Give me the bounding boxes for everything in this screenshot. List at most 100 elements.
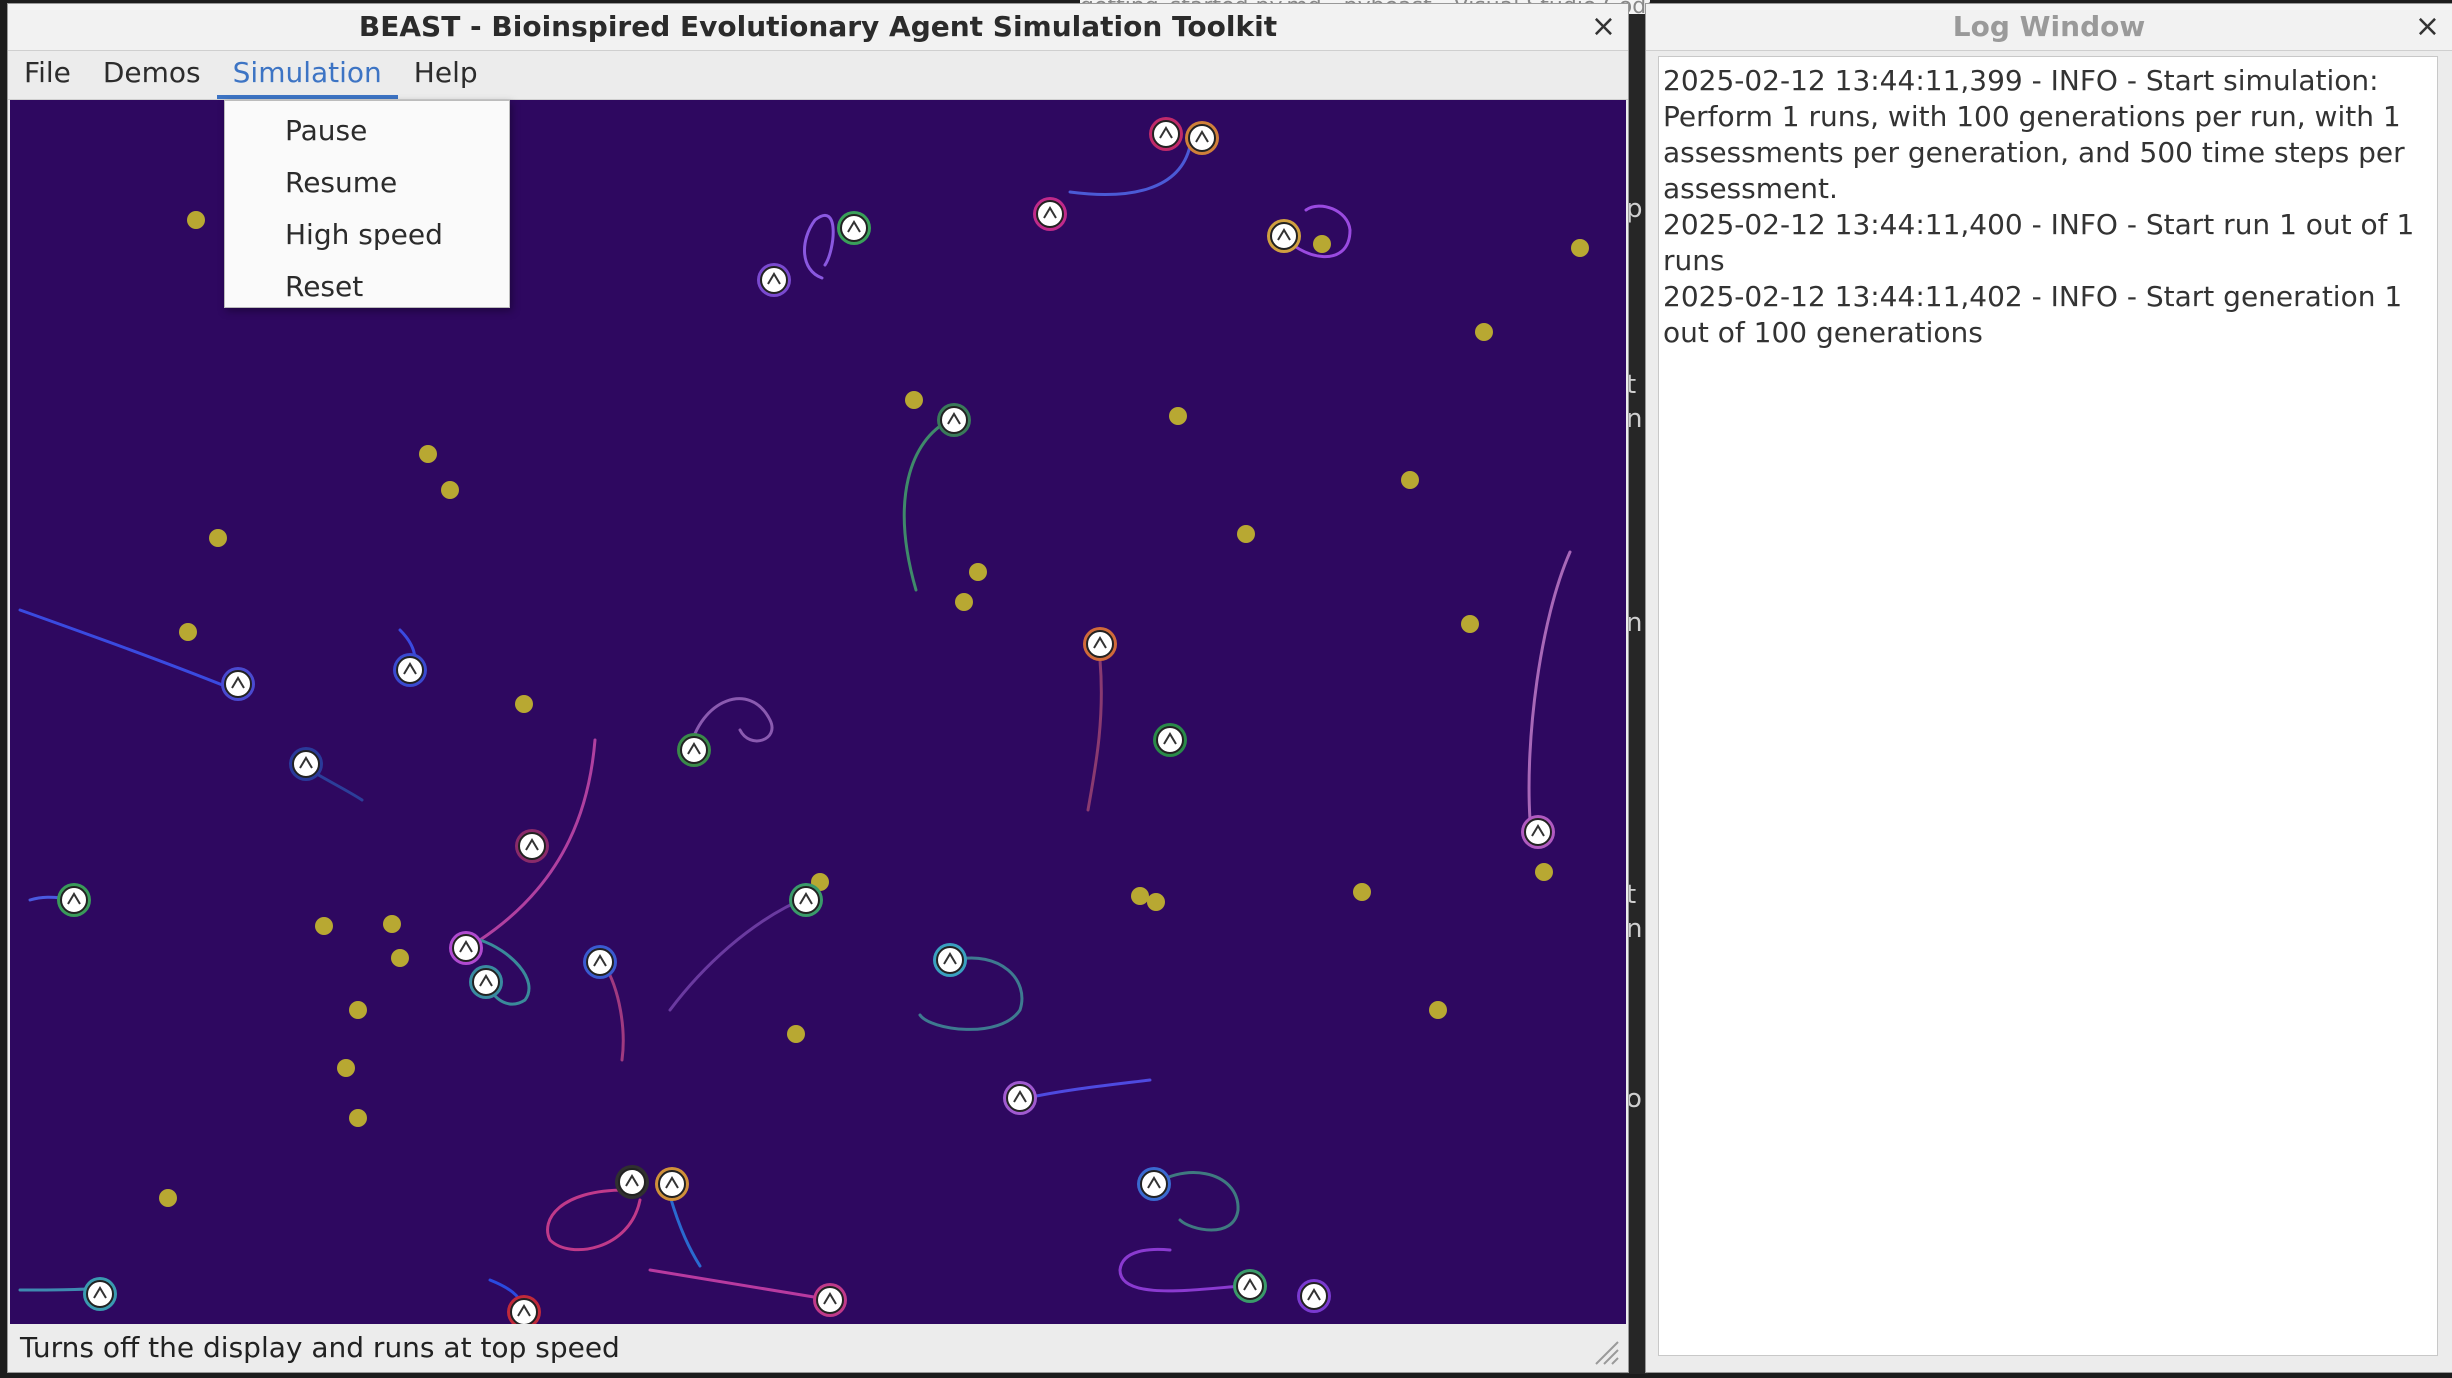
agent [1033, 197, 1067, 231]
menu-demos[interactable]: Demos [87, 51, 217, 99]
menu-simulation[interactable]: Simulation [216, 51, 398, 99]
agent-trail [668, 1194, 702, 1268]
close-icon[interactable]: × [2415, 4, 2440, 50]
agent [393, 653, 427, 687]
agent [83, 1277, 117, 1311]
food-pellet [1147, 893, 1165, 911]
agent-trail [1068, 144, 1192, 196]
agent [1521, 815, 1555, 849]
agent-body [1300, 1282, 1328, 1310]
food-pellet [419, 445, 437, 463]
agent-body [658, 1170, 686, 1198]
menu-item-resume[interactable]: Resume [225, 157, 509, 209]
menu-file[interactable]: File [8, 51, 87, 99]
agent-trail [1118, 1247, 1244, 1293]
menubar: File Demos Simulation Help [8, 51, 1628, 100]
agent [289, 747, 323, 781]
agent [57, 883, 91, 917]
log-entry: 2025-02-12 13:44:11,399 - INFO - Start s… [1663, 64, 2405, 205]
food-pellet [905, 391, 923, 409]
agent-trail [668, 894, 812, 1012]
agent-trail [918, 956, 1024, 1031]
log-text-area[interactable]: 2025-02-12 13:44:11,399 - INFO - Start s… [1658, 56, 2438, 1356]
food-pellet [1475, 323, 1493, 341]
agent-body [396, 656, 424, 684]
close-icon[interactable]: × [1591, 4, 1616, 50]
log-titlebar[interactable]: Log Window × [1646, 4, 2452, 51]
agent [507, 1295, 541, 1324]
agent-body [1036, 200, 1064, 228]
simulation-menu-dropdown: Pause Resume High speed Reset [224, 100, 510, 308]
food-pellet [187, 211, 205, 229]
agent [1153, 723, 1187, 757]
food-pellet [1353, 883, 1371, 901]
agent-body [1524, 818, 1552, 846]
agent-body [840, 214, 868, 242]
agent [1185, 121, 1219, 155]
agent [1297, 1279, 1331, 1313]
agent-body [1270, 222, 1298, 250]
food-pellet [209, 529, 227, 547]
status-bar: Turns off the display and runs at top sp… [8, 1324, 1628, 1372]
food-pellet [349, 1109, 367, 1127]
agent-body [1236, 1272, 1264, 1300]
agent-body [518, 832, 546, 860]
agent [1267, 219, 1301, 253]
agent [813, 1283, 847, 1317]
agent [757, 263, 791, 297]
agent-body [224, 670, 252, 698]
agent [1149, 117, 1183, 151]
agent [677, 733, 711, 767]
agent-body [1140, 1170, 1168, 1198]
agent-trail [1086, 658, 1103, 812]
agent-body [472, 968, 500, 996]
log-entry: 2025-02-12 13:44:11,402 - INFO - Start g… [1663, 280, 2403, 349]
agent [937, 403, 971, 437]
food-pellet [787, 1025, 805, 1043]
menu-item-high-speed[interactable]: High speed [225, 209, 509, 261]
agent [789, 883, 823, 917]
agent-body [586, 948, 614, 976]
agent-trail [602, 962, 625, 1062]
agent [583, 945, 617, 979]
agent [1083, 627, 1117, 661]
agent-body [510, 1298, 538, 1324]
agent [1233, 1269, 1267, 1303]
log-window-title: Log Window [1952, 10, 2146, 43]
menu-help[interactable]: Help [398, 51, 494, 99]
agent-body [940, 406, 968, 434]
food-pellet [1571, 239, 1589, 257]
agent [837, 211, 871, 245]
agent-body [792, 886, 820, 914]
resize-grip-icon[interactable] [1590, 1336, 1620, 1366]
agent [1003, 1081, 1037, 1115]
agent [655, 1167, 689, 1201]
background-letter: p [1626, 194, 1643, 224]
food-pellet [1429, 1001, 1447, 1019]
food-pellet [179, 623, 197, 641]
background-letter: n [1626, 404, 1643, 434]
agent-body [86, 1280, 114, 1308]
main-titlebar[interactable]: BEAST - Bioinspired Evolutionary Agent S… [8, 4, 1628, 51]
agent-body [760, 266, 788, 294]
food-pellet [337, 1059, 355, 1077]
main-window: BEAST - Bioinspired Evolutionary Agent S… [8, 4, 1628, 1372]
food-pellet [159, 1189, 177, 1207]
agent [469, 965, 503, 999]
agent-body [1006, 1084, 1034, 1112]
agent-body [1086, 630, 1114, 658]
food-pellet [441, 481, 459, 499]
food-pellet [1401, 471, 1419, 489]
window-title: BEAST - Bioinspired Evolutionary Agent S… [358, 10, 1278, 43]
log-window: Log Window × 2025-02-12 13:44:11,399 - I… [1646, 4, 2452, 1372]
agent [1137, 1167, 1171, 1201]
food-pellet [1461, 615, 1479, 633]
agent-body [936, 946, 964, 974]
menu-item-reset[interactable]: Reset [225, 261, 509, 313]
food-pellet [1237, 525, 1255, 543]
agent-trail [902, 418, 952, 592]
agent-body [60, 886, 88, 914]
agent [221, 667, 255, 701]
agent [449, 931, 483, 965]
menu-item-pause[interactable]: Pause [225, 105, 509, 157]
